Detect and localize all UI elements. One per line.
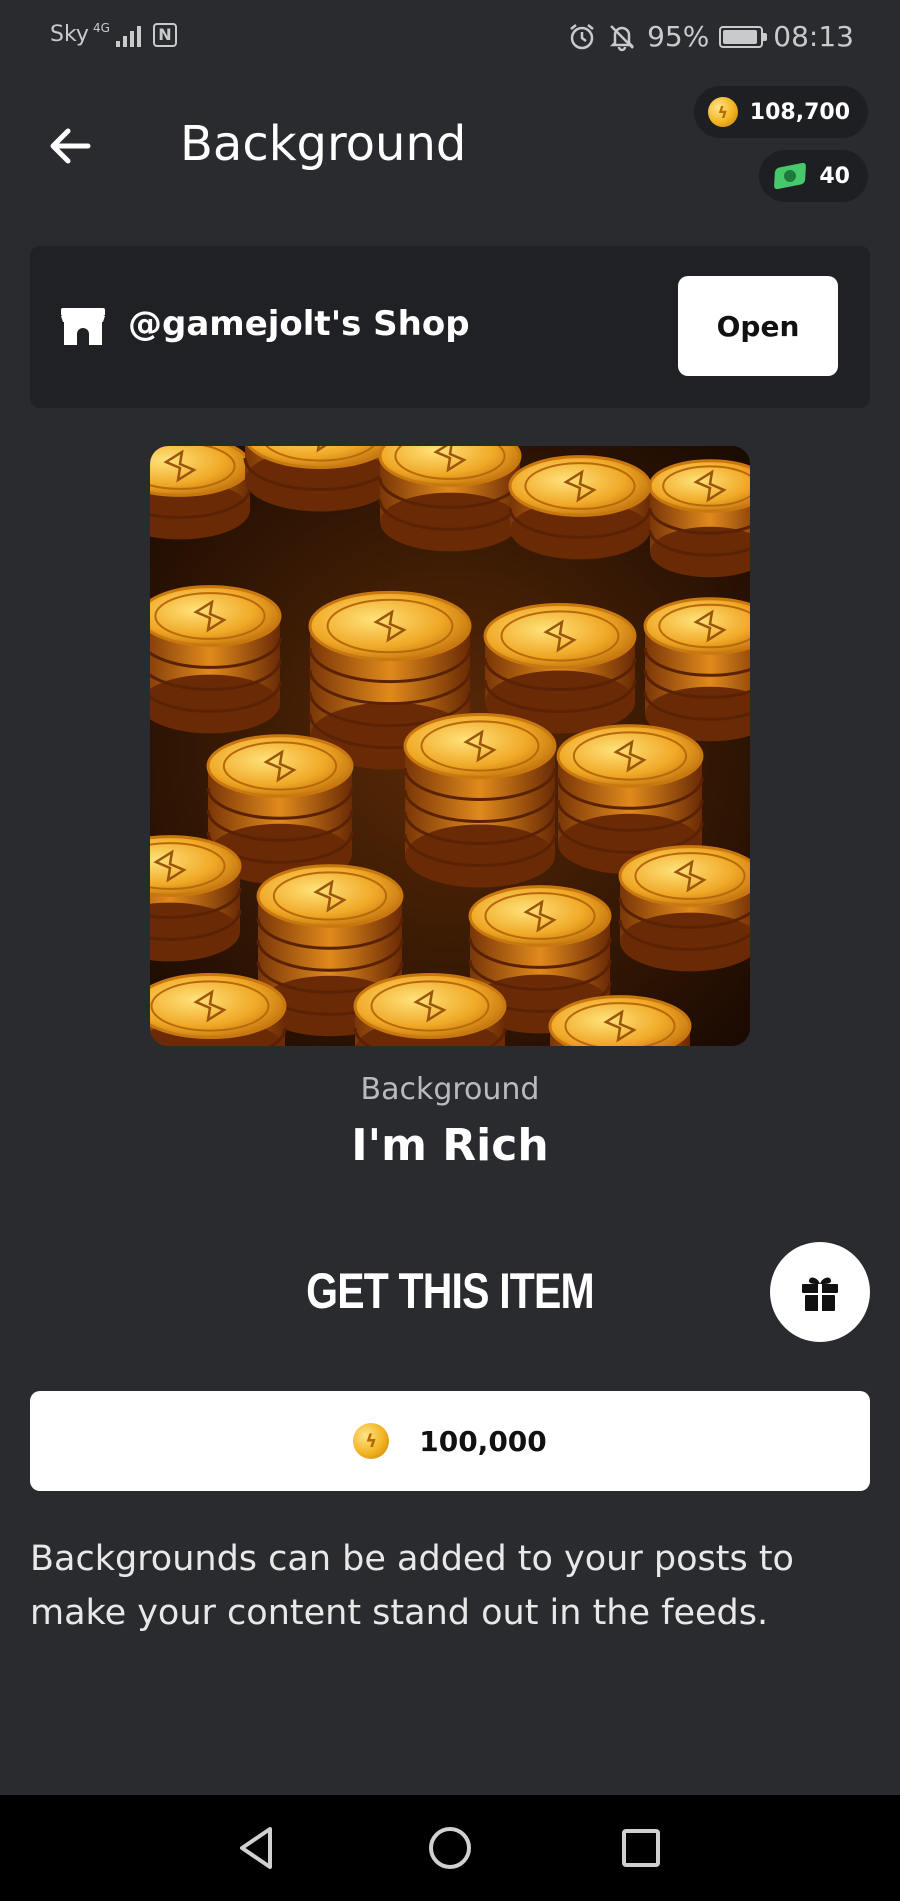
alarm-icon [570, 23, 594, 49]
gift-button[interactable] [770, 1242, 870, 1342]
status-bar: Sky 4G N 95% 08:13 [0, 0, 900, 76]
network-type: 4G [92, 21, 110, 35]
gift-icon [802, 1277, 838, 1311]
coin-balance[interactable]: ϟ 108,700 [693, 86, 868, 138]
nav-home-icon[interactable] [425, 1823, 475, 1873]
battery-percent: 95% [647, 20, 710, 53]
coin-balance-value: 108,700 [749, 99, 850, 125]
signal-icon [115, 23, 141, 47]
bell-off-icon [610, 24, 635, 51]
open-shop-button[interactable]: Open [678, 276, 838, 376]
item-name: I'm Rich [351, 1120, 549, 1171]
back-button[interactable] [44, 120, 96, 172]
carrier-name: Sky [50, 22, 89, 47]
buy-button[interactable]: ϟ 100,000 [30, 1391, 870, 1491]
price-value: 100,000 [419, 1424, 547, 1458]
coin-icon: ϟ [353, 1423, 390, 1459]
item-preview-image [150, 446, 750, 1046]
system-navigation-bar [0, 1795, 900, 1901]
gold-coins-artwork [150, 446, 750, 1046]
nav-recents-icon[interactable] [616, 1823, 666, 1873]
clock: 08:13 [773, 20, 854, 53]
nav-back-icon[interactable] [232, 1823, 282, 1873]
gem-icon [773, 161, 807, 191]
page-title: Background [180, 116, 467, 172]
shop-card: @gamejolt's Shop Open [30, 246, 870, 408]
carrier-info: Sky 4G N [50, 22, 177, 47]
item-category: Background [360, 1072, 540, 1107]
get-item-heading: GET THIS ITEM [306, 1263, 595, 1319]
gem-balance[interactable]: 40 [759, 150, 868, 202]
storefront-icon [61, 308, 105, 345]
coin-icon: ϟ [707, 97, 738, 127]
item-description: Backgrounds can be added to your posts t… [30, 1539, 794, 1633]
gem-balance-value: 40 [819, 163, 850, 189]
status-icons: 95% 08:13 [567, 20, 854, 53]
battery-icon [719, 25, 768, 48]
shop-name: @gamejolt's Shop [128, 304, 470, 344]
arrow-left-icon [50, 128, 91, 164]
nfc-icon: N [152, 22, 177, 47]
